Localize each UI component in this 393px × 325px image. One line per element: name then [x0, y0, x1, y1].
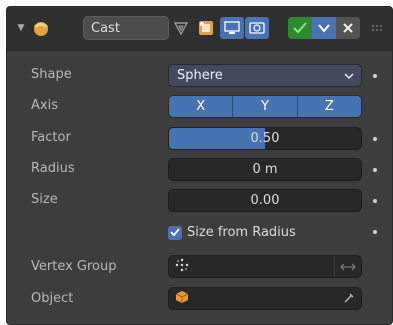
collapse-arrow-icon[interactable]: ▼ [15, 21, 27, 35]
size-label: Size [31, 192, 58, 207]
edit-mode-icon[interactable] [194, 17, 218, 39]
modifier-panel: ▼ Cast Shape Sphere Axis X Y Z Factor 0.… [6, 6, 393, 325]
invert-arrows-icon[interactable] [334, 256, 361, 277]
edit-mode-cage-icon[interactable] [169, 17, 193, 39]
vertex-group-icon [175, 258, 189, 276]
shape-value: Sphere [177, 68, 223, 83]
size-from-radius-checkbox[interactable]: Size from Radius [168, 225, 296, 240]
factor-label: Factor [31, 130, 71, 145]
object-cube-icon [175, 290, 189, 308]
remove-modifier-icon[interactable] [336, 17, 360, 39]
keyframe-dot-size[interactable] [373, 199, 377, 203]
axis-x-button[interactable]: X [169, 96, 234, 117]
dropdown-chevron-icon[interactable] [312, 17, 336, 39]
axis-toggle-group: X Y Z [168, 95, 362, 118]
render-camera-icon[interactable] [245, 17, 269, 39]
keyframe-dot-radius[interactable] [373, 168, 377, 172]
axis-label: Axis [31, 98, 58, 113]
shape-select[interactable]: Sphere [168, 64, 362, 87]
factor-slider[interactable]: 0.50 [168, 127, 362, 150]
radius-value: 0 m [252, 162, 278, 177]
object-field[interactable] [168, 287, 362, 310]
modifier-name-field[interactable]: Cast [83, 16, 169, 40]
radius-label: Radius [31, 161, 75, 176]
axis-y-button[interactable]: Y [233, 96, 298, 117]
keyframe-dot-factor[interactable] [373, 137, 377, 141]
apply-check-icon[interactable] [288, 17, 312, 39]
factor-value: 0.50 [250, 131, 280, 146]
axis-z-button[interactable]: Z [297, 96, 361, 117]
size-value: 0.00 [250, 193, 280, 208]
realtime-viewport-icon[interactable] [220, 17, 244, 39]
size-field[interactable]: 0.00 [168, 189, 362, 212]
shape-label: Shape [31, 67, 72, 82]
size-from-radius-label: Size from Radius [187, 225, 296, 240]
eyedropper-icon[interactable] [343, 292, 355, 308]
chevron-down-icon [344, 70, 354, 85]
vertex-group-label: Vertex Group [31, 259, 117, 274]
cast-modifier-icon [31, 18, 51, 38]
vertex-group-field[interactable] [168, 255, 362, 278]
modifier-name-text: Cast [91, 20, 120, 36]
modifier-header: ▼ Cast [7, 7, 392, 51]
keyframe-dot-shape[interactable] [373, 74, 377, 78]
checkbox-checked-icon [168, 225, 182, 240]
radius-field[interactable]: 0 m [168, 158, 362, 181]
object-label: Object [31, 291, 74, 306]
keyframe-dot-size-from-radius[interactable] [373, 230, 377, 234]
drag-handle-icon[interactable] [368, 21, 388, 35]
